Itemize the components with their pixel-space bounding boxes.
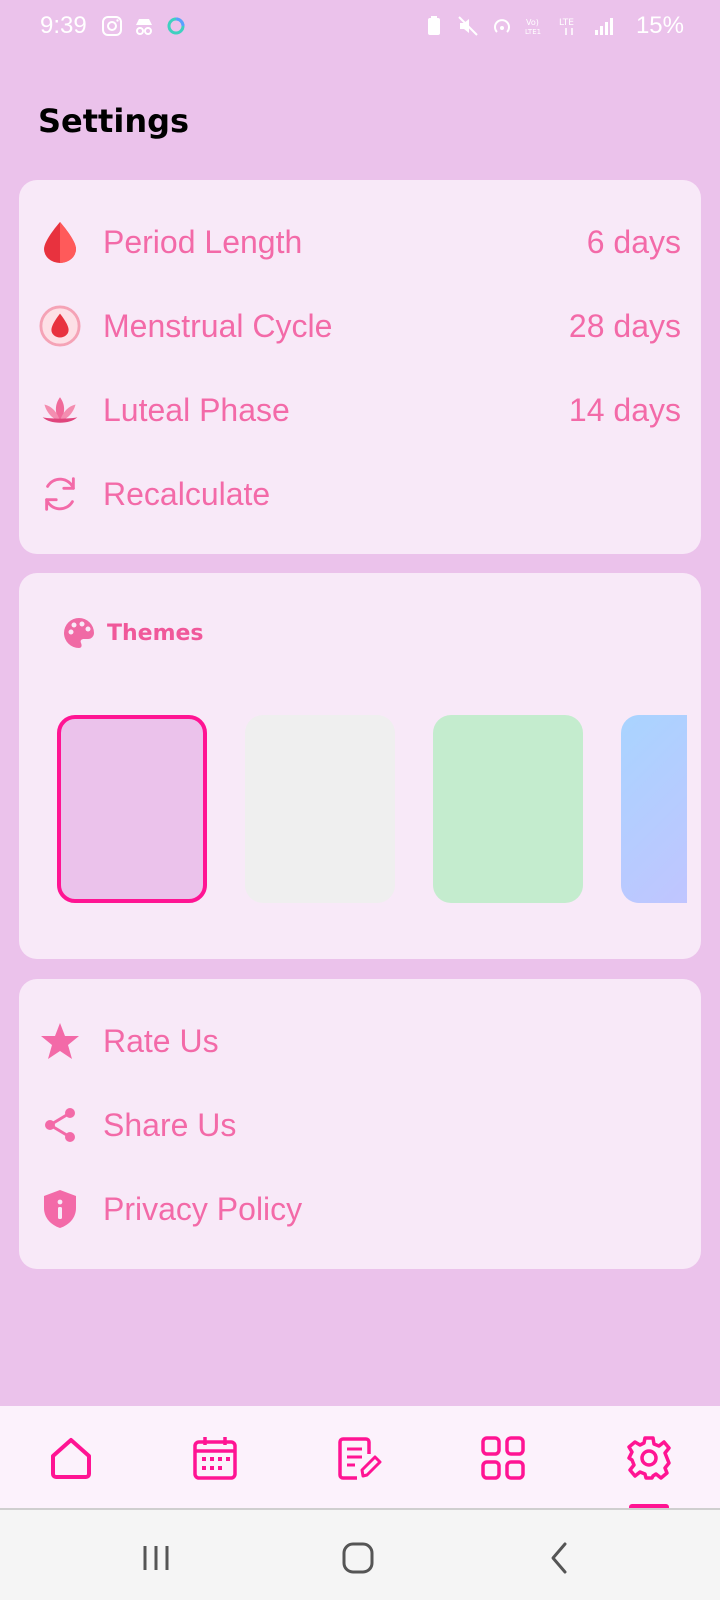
grid-icon	[481, 1436, 525, 1480]
lte-icon: LTE	[559, 18, 574, 35]
battery-percent: 15%	[635, 12, 684, 39]
recent-apps-button[interactable]	[136, 1538, 176, 1578]
bottom-nav	[0, 1406, 720, 1510]
refresh-icon	[39, 473, 81, 515]
back-button[interactable]	[540, 1538, 580, 1578]
lotus-icon	[39, 389, 81, 431]
theme-swatches	[57, 715, 687, 903]
nav-grid[interactable]	[477, 1432, 529, 1484]
page-title: Settings	[38, 102, 190, 140]
status-left-icons	[100, 14, 188, 38]
hotspot-icon	[494, 19, 510, 33]
themes-header: Themes	[61, 615, 204, 651]
home-icon	[51, 1438, 91, 1479]
themes-title: Themes	[107, 620, 204, 646]
status-time: 9:39	[40, 12, 87, 39]
share-icon	[39, 1104, 81, 1146]
menstrual-cycle-label: Menstrual Cycle	[103, 307, 333, 344]
luteal-phase-row[interactable]: Luteal Phase 14 days	[19, 380, 701, 440]
recent-apps-icon	[143, 1546, 169, 1570]
palette-icon	[64, 618, 94, 648]
rate-us-label: Rate Us	[103, 1022, 219, 1059]
links-card: Rate Us Share Us Privacy Policy	[19, 979, 701, 1269]
svg-text:LTE1: LTE1	[525, 28, 541, 36]
system-nav-bar	[0, 1510, 720, 1600]
theme-swatch-pink[interactable]	[57, 715, 207, 903]
back-chevron-icon	[551, 1542, 567, 1574]
incognito-icon	[136, 19, 152, 35]
svg-text:LTE: LTE	[559, 18, 574, 28]
cycle-settings-card: Period Length 6 days Menstrual Cycle 28 …	[19, 180, 701, 554]
share-us-label: Share Us	[103, 1106, 237, 1143]
themes-card: Themes	[19, 573, 701, 959]
rate-us-row[interactable]: Rate Us	[19, 1011, 701, 1071]
luteal-phase-label: Luteal Phase	[103, 391, 290, 428]
home-system-button[interactable]	[338, 1538, 378, 1578]
privacy-policy-row[interactable]: Privacy Policy	[19, 1179, 701, 1239]
shield-info-icon	[39, 1188, 81, 1230]
nav-home[interactable]	[45, 1432, 97, 1484]
calendar-icon	[193, 1437, 237, 1480]
menstrual-cycle-value: 28 days	[568, 307, 681, 344]
drop-circle-icon	[39, 305, 81, 347]
home-square-icon	[342, 1542, 374, 1574]
period-length-value: 6 days	[586, 223, 681, 260]
svg-text:Vo): Vo)	[526, 18, 539, 27]
volte-icon: Vo)LTE1	[525, 18, 541, 36]
mute-icon	[458, 16, 478, 36]
nav-notes[interactable]	[333, 1432, 385, 1484]
status-right-icons: Vo) LTE1 LTE	[422, 14, 616, 38]
period-length-label: Period Length	[103, 223, 303, 260]
blood-drop-icon	[39, 221, 81, 263]
nav-calendar[interactable]	[189, 1432, 241, 1484]
instagram-icon	[102, 16, 122, 36]
settings-gear-icon	[627, 1436, 671, 1480]
recalculate-row[interactable]: Recalculate	[19, 464, 701, 524]
share-us-row[interactable]: Share Us	[19, 1095, 701, 1155]
sync-ring-icon	[167, 17, 185, 35]
theme-swatch-light-gray[interactable]	[245, 715, 395, 903]
theme-swatch-blue-gradient[interactable]	[621, 715, 687, 903]
battery-saver-icon	[428, 16, 440, 35]
menstrual-cycle-row[interactable]: Menstrual Cycle 28 days	[19, 296, 701, 356]
nav-settings[interactable]	[623, 1432, 675, 1484]
privacy-policy-label: Privacy Policy	[103, 1190, 303, 1227]
notes-icon	[338, 1437, 382, 1480]
star-icon	[39, 1020, 81, 1062]
recalculate-label: Recalculate	[103, 475, 271, 512]
period-length-row[interactable]: Period Length 6 days	[19, 212, 701, 272]
luteal-phase-value: 14 days	[568, 391, 681, 428]
status-bar: 9:39 Vo) LTE1 LTE 15%	[0, 0, 720, 56]
signal-icon	[595, 18, 613, 35]
theme-swatch-mint-green[interactable]	[433, 715, 583, 903]
